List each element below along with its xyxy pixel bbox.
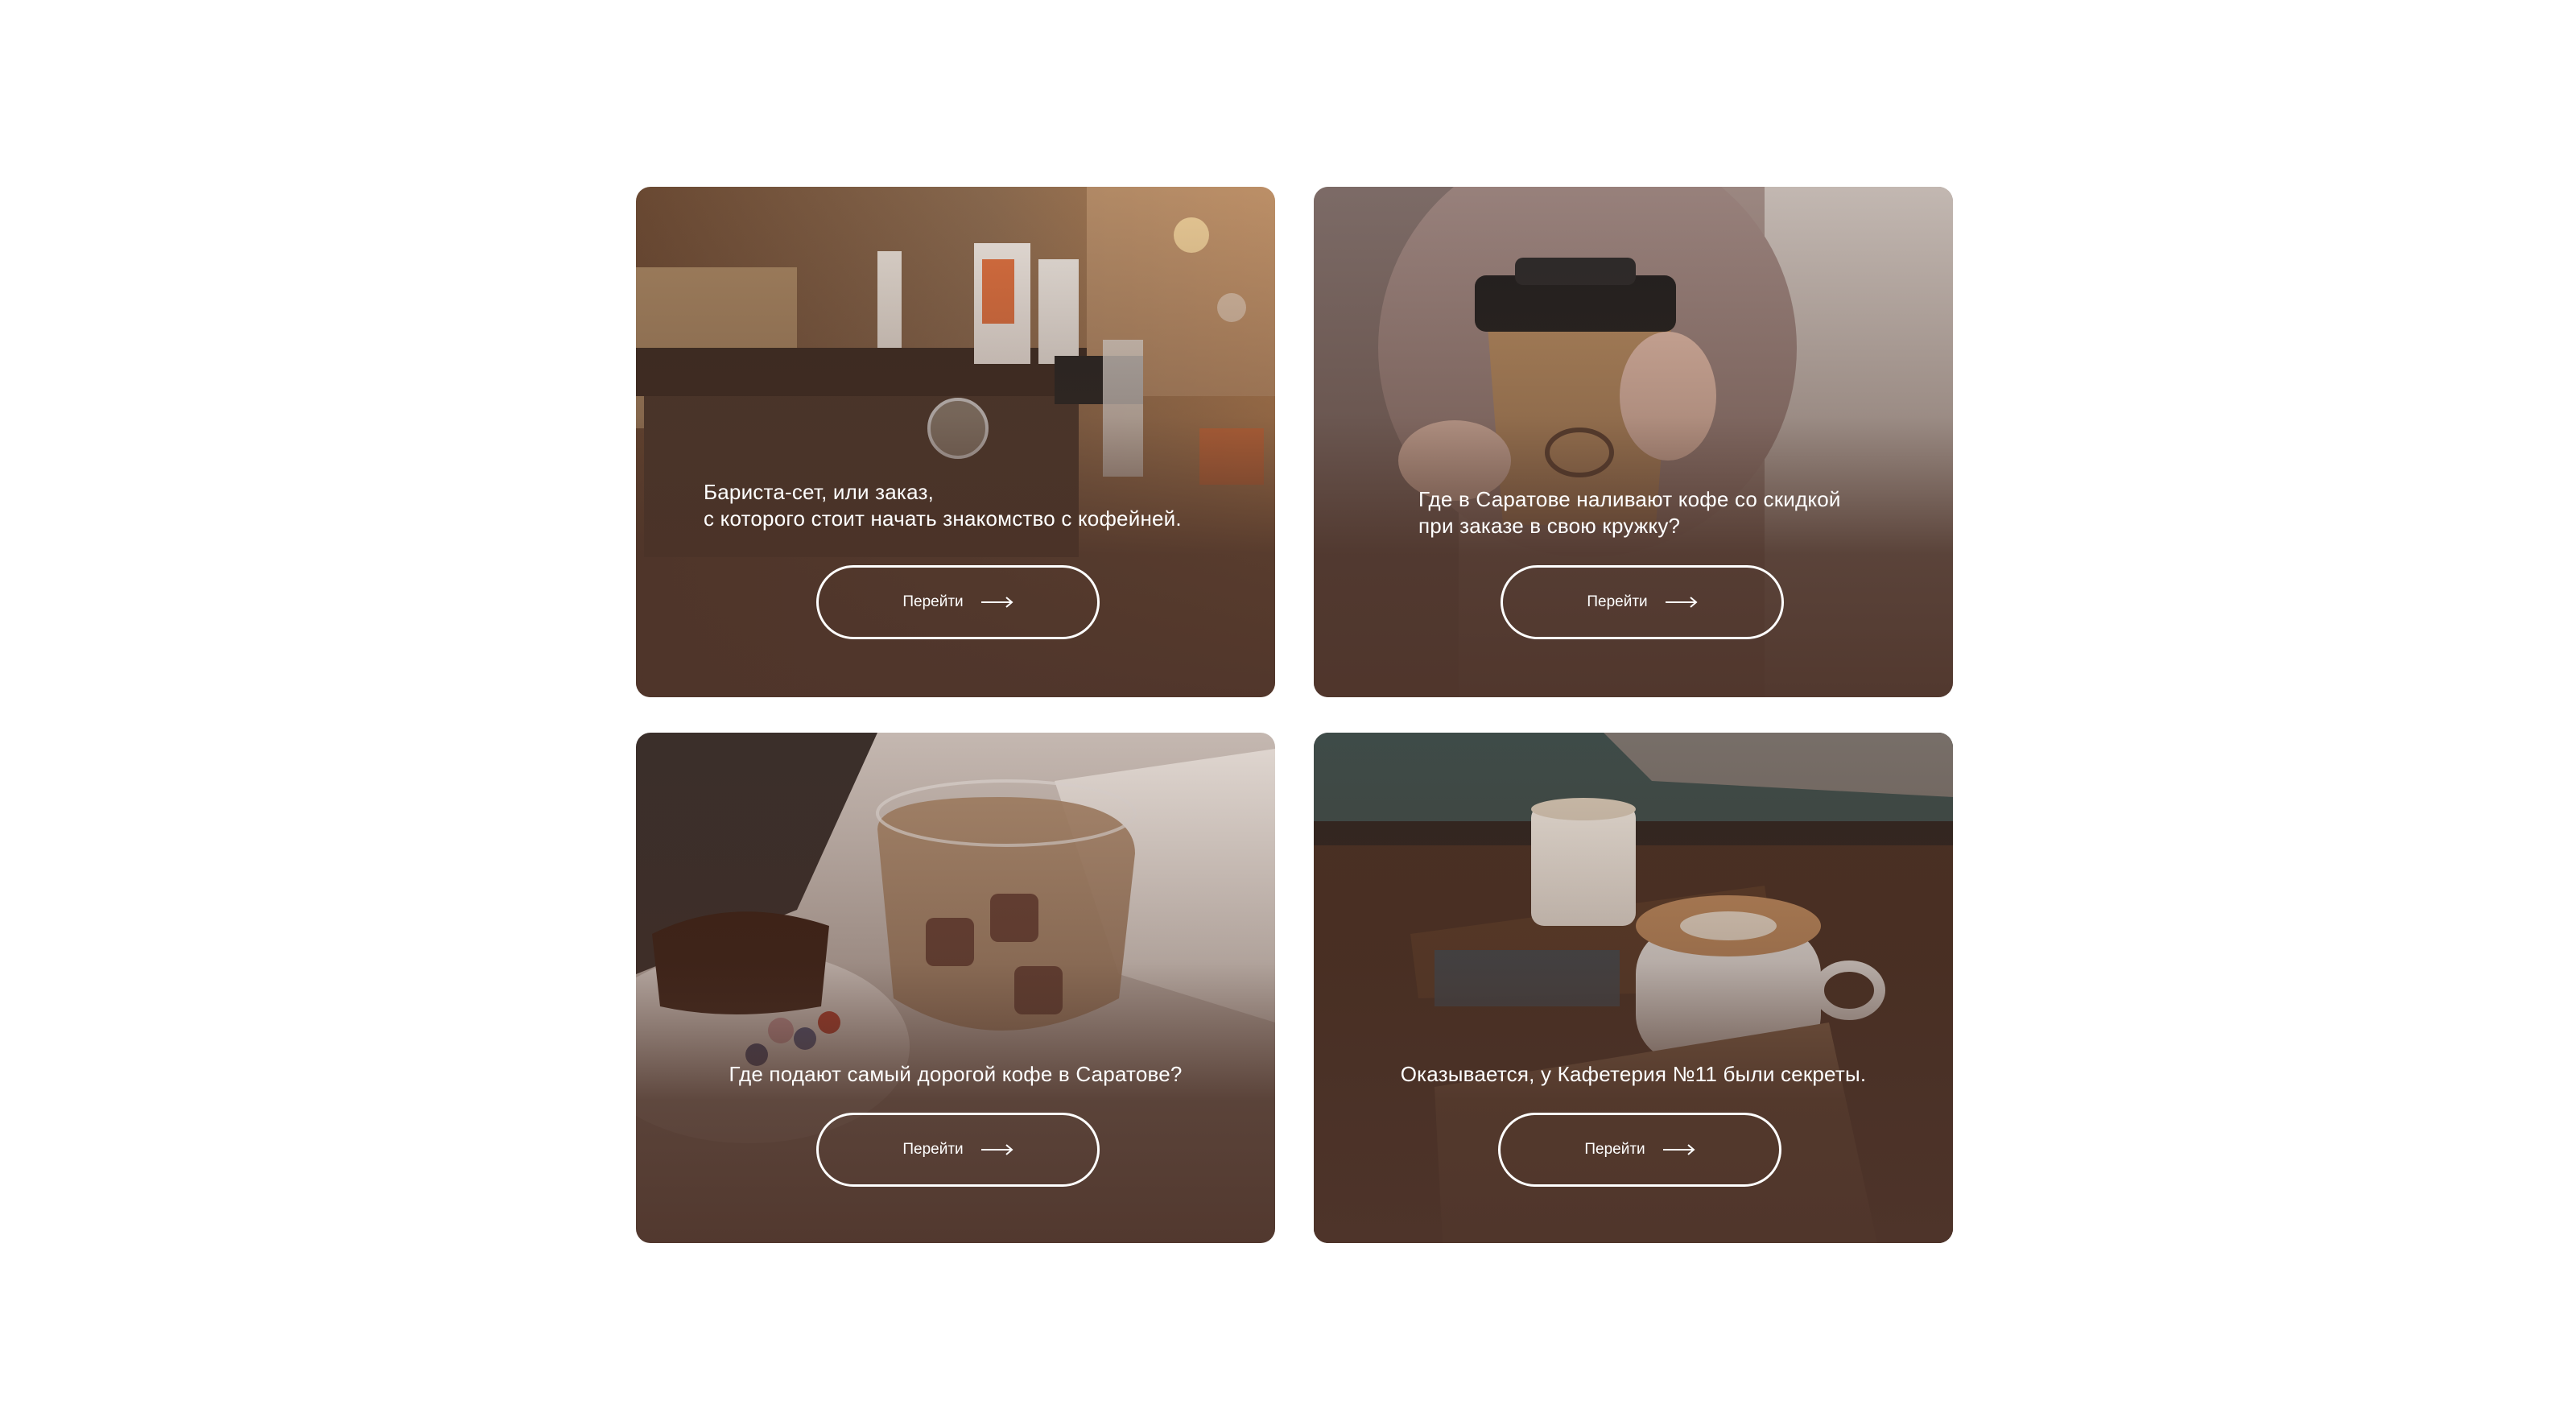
arrow-right-icon: [1665, 597, 1698, 608]
caption-line: Оказывается, у Кафетерия №11 были секрет…: [1400, 1062, 1867, 1086]
button-label: Перейти: [902, 1141, 964, 1158]
article-card-cafeteria-secrets[interactable]: Оказывается, у Кафетерия №11 были секрет…: [1314, 733, 1953, 1243]
caption-line: Бариста-сет, или заказ,: [704, 480, 934, 504]
article-card-barista-set[interactable]: Бариста-сет, или заказ, с которого стоит…: [636, 187, 1275, 697]
article-cards-grid: Бариста-сет, или заказ, с которого стоит…: [0, 0, 2576, 1417]
caption-line: Где в Саратове наливают кофе со скидкой: [1418, 487, 1841, 511]
go-button[interactable]: Перейти: [1498, 1113, 1781, 1187]
go-button[interactable]: Перейти: [816, 565, 1100, 639]
card-caption: Оказывается, у Кафетерия №11 были секрет…: [1314, 1061, 1953, 1088]
caption-line: при заказе в свою кружку?: [1418, 514, 1681, 538]
button-label: Перейти: [1584, 1141, 1645, 1158]
caption-line: Где подают самый дорогой кофе в Саратове…: [729, 1062, 1183, 1086]
article-card-most-expensive-coffee[interactable]: Где подают самый дорогой кофе в Саратове…: [636, 733, 1275, 1243]
card-caption: Где подают самый дорогой кофе в Саратове…: [636, 1061, 1275, 1088]
arrow-right-icon: [980, 597, 1013, 608]
go-button[interactable]: Перейти: [816, 1113, 1100, 1187]
button-label: Перейти: [902, 593, 964, 610]
card-caption: Бариста-сет, или заказ, с которого стоит…: [704, 479, 1243, 532]
arrow-right-icon: [980, 1144, 1013, 1155]
card-caption: Где в Саратове наливают кофе со скидкой …: [1418, 486, 1921, 539]
arrow-right-icon: [1662, 1144, 1695, 1155]
article-card-own-cup-discount[interactable]: Где в Саратове наливают кофе со скидкой …: [1314, 187, 1953, 697]
button-label: Перейти: [1587, 593, 1648, 610]
caption-line: с которого стоит начать знакомство с коф…: [704, 506, 1182, 531]
go-button[interactable]: Перейти: [1501, 565, 1784, 639]
